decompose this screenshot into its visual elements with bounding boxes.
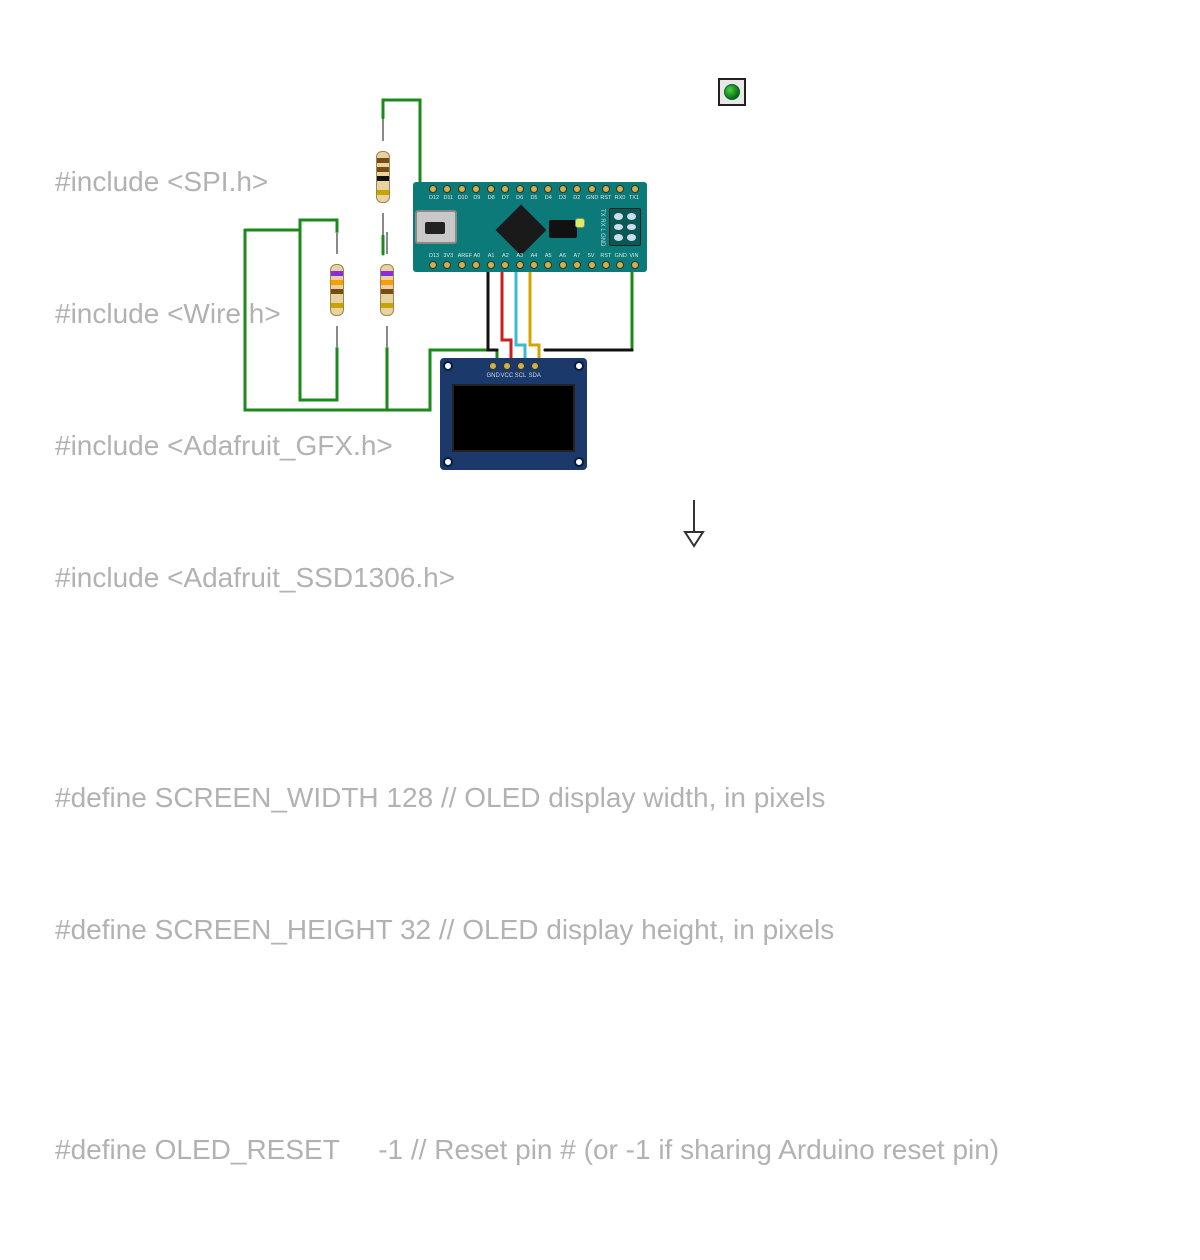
- nano-pin-label: A2: [500, 253, 510, 259]
- nano-pin-label: A7: [572, 253, 582, 259]
- nano-pin-label: D4: [543, 195, 553, 201]
- nano-pin-label: RST: [600, 195, 610, 201]
- nano-pin[interactable]: [530, 261, 538, 269]
- nano-pin-label: D12: [429, 195, 439, 201]
- mount-hole-icon: [443, 361, 453, 371]
- nano-labels-bot: D13 3V3 AREF A0 A1 A2 A3 A4 A5 A6 A7 5V RST GND VIN: [429, 253, 639, 259]
- nano-pin-label: A1: [486, 253, 496, 259]
- nano-pin[interactable]: [516, 185, 524, 193]
- nano-pin-label: D11: [443, 195, 453, 201]
- nano-pin-label: D13: [429, 253, 439, 259]
- mount-hole-icon: [574, 457, 584, 467]
- nano-labels-top: D12 D11 D10 D9 D8 D7 D6 D5 D4 D3 D2 GND RST RX0 TX1: [429, 195, 639, 201]
- nano-pin-label: A3: [515, 253, 525, 259]
- nano-pin-label: GND: [615, 253, 625, 259]
- code-line: #define OLED_RESET -1 // Reset pin # (or…: [55, 1128, 1085, 1172]
- nano-pin[interactable]: [487, 185, 495, 193]
- button-cap-icon: [724, 84, 740, 100]
- nano-pin[interactable]: [501, 185, 509, 193]
- nano-pin-label: D2: [572, 195, 582, 201]
- nano-pin[interactable]: [588, 261, 596, 269]
- nano-pin[interactable]: [472, 261, 480, 269]
- nano-pin[interactable]: [559, 185, 567, 193]
- txrx-label: TX RX L GND: [589, 208, 605, 248]
- nano-pin-label: D6: [515, 195, 525, 201]
- code-line: #define SCREEN_WIDTH 128 // OLED display…: [55, 776, 1085, 820]
- nano-pin[interactable]: [443, 185, 451, 193]
- nano-pin[interactable]: [631, 261, 639, 269]
- oled-header-pins: [489, 362, 539, 370]
- nano-pin-label: AREF: [458, 253, 468, 259]
- nano-pin-label: 3V3: [443, 253, 453, 259]
- power-led-icon: [575, 218, 585, 228]
- mount-hole-icon: [443, 457, 453, 467]
- nano-pin[interactable]: [602, 185, 610, 193]
- nano-pin[interactable]: [458, 261, 466, 269]
- arrow-down-icon: [680, 500, 708, 548]
- nano-pin[interactable]: [573, 185, 581, 193]
- nano-pin[interactable]: [602, 261, 610, 269]
- nano-pin-label: D9: [472, 195, 482, 201]
- nano-pin[interactable]: [631, 185, 639, 193]
- nano-pin-label: D8: [486, 195, 496, 201]
- icsp-header: [609, 208, 641, 246]
- nano-pin-label: 5V: [586, 253, 596, 259]
- smd-component-icon: [549, 220, 577, 238]
- nano-pins-top: [429, 185, 639, 193]
- nano-pin-label: RX0: [615, 195, 625, 201]
- nano-pin-label: A5: [543, 253, 553, 259]
- nano-pin-label: A0: [472, 253, 482, 259]
- resistor[interactable]: [380, 254, 394, 326]
- arduino-nano[interactable]: TX RX L GND D12 D11 D10 D9 D8 D7 D6 D5 D4 D3 D2 GND…: [413, 182, 647, 272]
- mount-hole-icon: [574, 361, 584, 371]
- push-button[interactable]: [718, 78, 746, 106]
- usb-port-icon: [415, 210, 457, 244]
- nano-pin[interactable]: [443, 261, 451, 269]
- nano-pin[interactable]: [616, 261, 624, 269]
- nano-pins-bot: [429, 261, 639, 269]
- resistor[interactable]: [376, 141, 390, 213]
- nano-pin[interactable]: [588, 185, 596, 193]
- nano-pin-label: A6: [558, 253, 568, 259]
- nano-pin[interactable]: [472, 185, 480, 193]
- nano-pin-label: RST: [600, 253, 610, 259]
- nano-pin-label: TX1: [629, 195, 639, 201]
- nano-pin-label: VIN: [629, 253, 639, 259]
- nano-pin-label: D7: [500, 195, 510, 201]
- nano-pin[interactable]: [487, 261, 495, 269]
- nano-pin[interactable]: [516, 261, 524, 269]
- nano-pin[interactable]: [458, 185, 466, 193]
- code-line: #include <Wire.h>: [55, 292, 1085, 336]
- oled-display[interactable]: GND VCC SCL SDA: [440, 358, 587, 470]
- mcu-chip-icon: [496, 205, 547, 256]
- nano-pin[interactable]: [559, 261, 567, 269]
- code-line: #include <Adafruit_SSD1306.h>: [55, 556, 1085, 600]
- nano-pin-label: D5: [529, 195, 539, 201]
- nano-pin[interactable]: [501, 261, 509, 269]
- nano-pin-label: A4: [529, 253, 539, 259]
- nano-pin[interactable]: [573, 261, 581, 269]
- nano-pin[interactable]: [429, 261, 437, 269]
- code-line: #define SCREEN_HEIGHT 32 // OLED display…: [55, 908, 1085, 952]
- nano-pin-label: D10: [458, 195, 468, 201]
- nano-pin[interactable]: [616, 185, 624, 193]
- nano-pin[interactable]: [530, 185, 538, 193]
- resistor[interactable]: [330, 254, 344, 326]
- nano-pin[interactable]: [544, 185, 552, 193]
- nano-pin-label: D3: [558, 195, 568, 201]
- nano-pin[interactable]: [429, 185, 437, 193]
- nano-pin[interactable]: [544, 261, 552, 269]
- oled-screen: [452, 384, 575, 452]
- oled-pin-labels: GND VCC SCL SDA: [487, 373, 541, 379]
- nano-pin-label: GND: [586, 195, 596, 201]
